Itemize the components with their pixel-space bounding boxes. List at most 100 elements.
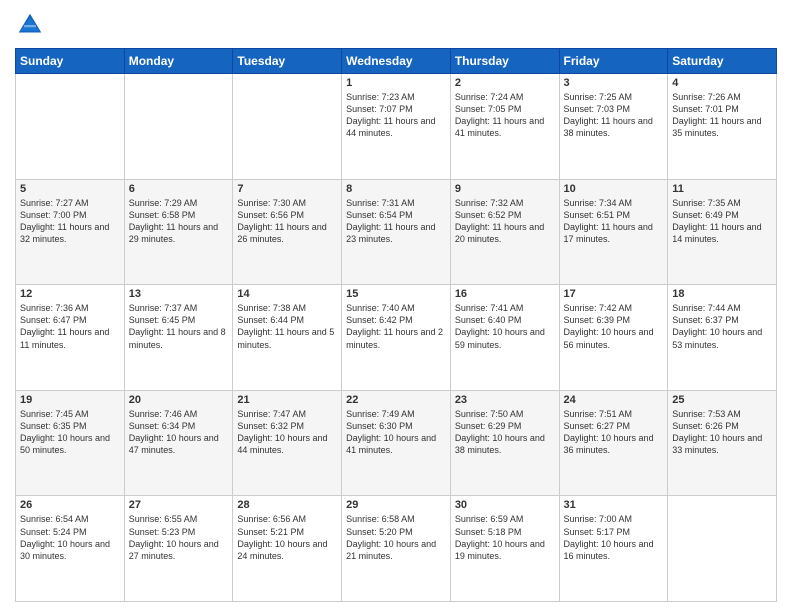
day-number: 21 [237, 394, 337, 406]
calendar-cell: 4 Sunrise: 7:26 AM Sunset: 7:01 PM Daylig… [668, 74, 777, 180]
cell-content: Sunrise: 7:32 AM Sunset: 6:52 PM Dayligh… [455, 197, 555, 246]
logo-icon [15, 10, 45, 40]
calendar-cell: 5 Sunrise: 7:27 AM Sunset: 7:00 PM Daylig… [16, 179, 125, 285]
calendar-cell: 12 Sunrise: 7:36 AM Sunset: 6:47 PM Dayli… [16, 285, 125, 391]
calendar-cell: 18 Sunrise: 7:44 AM Sunset: 6:37 PM Dayli… [668, 285, 777, 391]
day-number: 9 [455, 183, 555, 195]
day-number: 27 [129, 499, 229, 511]
cell-content: Sunrise: 7:34 AM Sunset: 6:51 PM Dayligh… [564, 197, 664, 246]
day-header-monday: Monday [124, 49, 233, 74]
day-number: 5 [20, 183, 120, 195]
calendar-cell: 25Sunrise: 7:53 AM Sunset: 6:26 PM Dayli… [668, 390, 777, 496]
day-number: 11 [672, 183, 772, 195]
calendar-cell: 16 Sunrise: 7:41 AM Sunset: 6:40 PM Dayli… [450, 285, 559, 391]
calendar-cell: 8 Sunrise: 7:31 AM Sunset: 6:54 PM Daylig… [342, 179, 451, 285]
calendar-cell: 17 Sunrise: 7:42 AM Sunset: 6:39 PM Dayli… [559, 285, 668, 391]
cell-content: Sunrise: 7:35 AM Sunset: 6:49 PM Dayligh… [672, 197, 772, 246]
day-header-row: SundayMondayTuesdayWednesdayThursdayFrid… [16, 49, 777, 74]
day-header-tuesday: Tuesday [233, 49, 342, 74]
header [15, 10, 777, 40]
cell-content: Sunrise: 6:56 AM Sunset: 5:21 PM Dayligh… [237, 513, 337, 562]
calendar-cell: 14 Sunrise: 7:38 AM Sunset: 6:44 PM Dayli… [233, 285, 342, 391]
calendar-cell: 26Sunrise: 6:54 AM Sunset: 5:24 PM Dayli… [16, 496, 125, 602]
day-number: 7 [237, 183, 337, 195]
page: SundayMondayTuesdayWednesdayThursdayFrid… [0, 0, 792, 612]
week-row-2: 12 Sunrise: 7:36 AM Sunset: 6:47 PM Dayli… [16, 285, 777, 391]
cell-content: Sunrise: 7:26 AM Sunset: 7:01 PM Dayligh… [672, 91, 772, 140]
cell-content: Sunrise: 7:42 AM Sunset: 6:39 PM Dayligh… [564, 302, 664, 351]
day-number: 28 [237, 499, 337, 511]
week-row-1: 5 Sunrise: 7:27 AM Sunset: 7:00 PM Daylig… [16, 179, 777, 285]
cell-content: Sunrise: 7:29 AM Sunset: 6:58 PM Dayligh… [129, 197, 229, 246]
cell-content: Sunrise: 7:38 AM Sunset: 6:44 PM Dayligh… [237, 302, 337, 351]
calendar-cell: 31 Sunrise: 7:00 AM Sunset: 5:17 PM Dayli… [559, 496, 668, 602]
cell-content: Sunrise: 6:59 AM Sunset: 5:18 PM Dayligh… [455, 513, 555, 562]
cell-content: Sunrise: 7:36 AM Sunset: 6:47 PM Dayligh… [20, 302, 120, 351]
calendar-cell: 3 Sunrise: 7:25 AM Sunset: 7:03 PM Daylig… [559, 74, 668, 180]
cell-content: Sunrise: 6:54 AM Sunset: 5:24 PM Dayligh… [20, 513, 120, 562]
week-row-0: 1Sunrise: 7:23 AM Sunset: 7:07 PM Daylig… [16, 74, 777, 180]
calendar-cell: 22Sunrise: 7:49 AM Sunset: 6:30 PM Dayli… [342, 390, 451, 496]
day-number: 30 [455, 499, 555, 511]
calendar-cell: 20 Sunrise: 7:46 AM Sunset: 6:34 PM Dayli… [124, 390, 233, 496]
day-number: 13 [129, 288, 229, 300]
calendar-cell: 29 Sunrise: 6:58 AM Sunset: 5:20 PM Dayli… [342, 496, 451, 602]
cell-content: Sunrise: 7:40 AM Sunset: 6:42 PM Dayligh… [346, 302, 446, 351]
day-number: 18 [672, 288, 772, 300]
day-number: 15 [346, 288, 446, 300]
week-row-3: 19Sunrise: 7:45 AM Sunset: 6:35 PM Dayli… [16, 390, 777, 496]
calendar-cell: 24 Sunrise: 7:51 AM Sunset: 6:27 PM Dayli… [559, 390, 668, 496]
calendar-cell: 19Sunrise: 7:45 AM Sunset: 6:35 PM Dayli… [16, 390, 125, 496]
cell-content: Sunrise: 7:31 AM Sunset: 6:54 PM Dayligh… [346, 197, 446, 246]
cell-content: Sunrise: 7:47 AM Sunset: 6:32 PM Dayligh… [237, 408, 337, 457]
cell-content: Sunrise: 7:44 AM Sunset: 6:37 PM Dayligh… [672, 302, 772, 351]
calendar-cell: 23Sunrise: 7:50 AM Sunset: 6:29 PM Dayli… [450, 390, 559, 496]
day-number: 29 [346, 499, 446, 511]
cell-content: Sunrise: 7:24 AM Sunset: 7:05 PM Dayligh… [455, 91, 555, 140]
cell-content: Sunrise: 7:51 AM Sunset: 6:27 PM Dayligh… [564, 408, 664, 457]
day-number: 3 [564, 77, 664, 89]
week-row-4: 26Sunrise: 6:54 AM Sunset: 5:24 PM Dayli… [16, 496, 777, 602]
logo [15, 10, 49, 40]
cell-content: Sunrise: 7:30 AM Sunset: 6:56 PM Dayligh… [237, 197, 337, 246]
cell-content: Sunrise: 7:27 AM Sunset: 7:00 PM Dayligh… [20, 197, 120, 246]
day-number: 4 [672, 77, 772, 89]
day-number: 14 [237, 288, 337, 300]
day-number: 8 [346, 183, 446, 195]
day-number: 10 [564, 183, 664, 195]
day-number: 12 [20, 288, 120, 300]
calendar-cell: 30 Sunrise: 6:59 AM Sunset: 5:18 PM Dayli… [450, 496, 559, 602]
calendar-cell: 7 Sunrise: 7:30 AM Sunset: 6:56 PM Daylig… [233, 179, 342, 285]
day-header-wednesday: Wednesday [342, 49, 451, 74]
day-number: 20 [129, 394, 229, 406]
cell-content: Sunrise: 6:55 AM Sunset: 5:23 PM Dayligh… [129, 513, 229, 562]
calendar-cell: 2Sunrise: 7:24 AM Sunset: 7:05 PM Daylig… [450, 74, 559, 180]
cell-content: Sunrise: 7:46 AM Sunset: 6:34 PM Dayligh… [129, 408, 229, 457]
calendar-table: SundayMondayTuesdayWednesdayThursdayFrid… [15, 48, 777, 602]
cell-content: Sunrise: 7:41 AM Sunset: 6:40 PM Dayligh… [455, 302, 555, 351]
day-header-thursday: Thursday [450, 49, 559, 74]
cell-content: Sunrise: 7:49 AM Sunset: 6:30 PM Dayligh… [346, 408, 446, 457]
cell-content: Sunrise: 7:23 AM Sunset: 7:07 PM Dayligh… [346, 91, 446, 140]
day-number: 6 [129, 183, 229, 195]
day-number: 17 [564, 288, 664, 300]
calendar-cell: 21 Sunrise: 7:47 AM Sunset: 6:32 PM Dayli… [233, 390, 342, 496]
day-number: 25 [672, 394, 772, 406]
calendar-cell: 11 Sunrise: 7:35 AM Sunset: 6:49 PM Dayli… [668, 179, 777, 285]
day-number: 31 [564, 499, 664, 511]
cell-content: Sunrise: 6:58 AM Sunset: 5:20 PM Dayligh… [346, 513, 446, 562]
calendar-cell [16, 74, 125, 180]
calendar-cell [124, 74, 233, 180]
cell-content: Sunrise: 7:00 AM Sunset: 5:17 PM Dayligh… [564, 513, 664, 562]
day-header-saturday: Saturday [668, 49, 777, 74]
day-number: 16 [455, 288, 555, 300]
calendar-cell [233, 74, 342, 180]
day-header-friday: Friday [559, 49, 668, 74]
calendar-cell: 10 Sunrise: 7:34 AM Sunset: 6:51 PM Dayli… [559, 179, 668, 285]
cell-content: Sunrise: 7:25 AM Sunset: 7:03 PM Dayligh… [564, 91, 664, 140]
calendar-cell [668, 496, 777, 602]
day-number: 24 [564, 394, 664, 406]
calendar-cell: 13Sunrise: 7:37 AM Sunset: 6:45 PM Dayli… [124, 285, 233, 391]
calendar-cell: 27 Sunrise: 6:55 AM Sunset: 5:23 PM Dayli… [124, 496, 233, 602]
cell-content: Sunrise: 7:45 AM Sunset: 6:35 PM Dayligh… [20, 408, 120, 457]
